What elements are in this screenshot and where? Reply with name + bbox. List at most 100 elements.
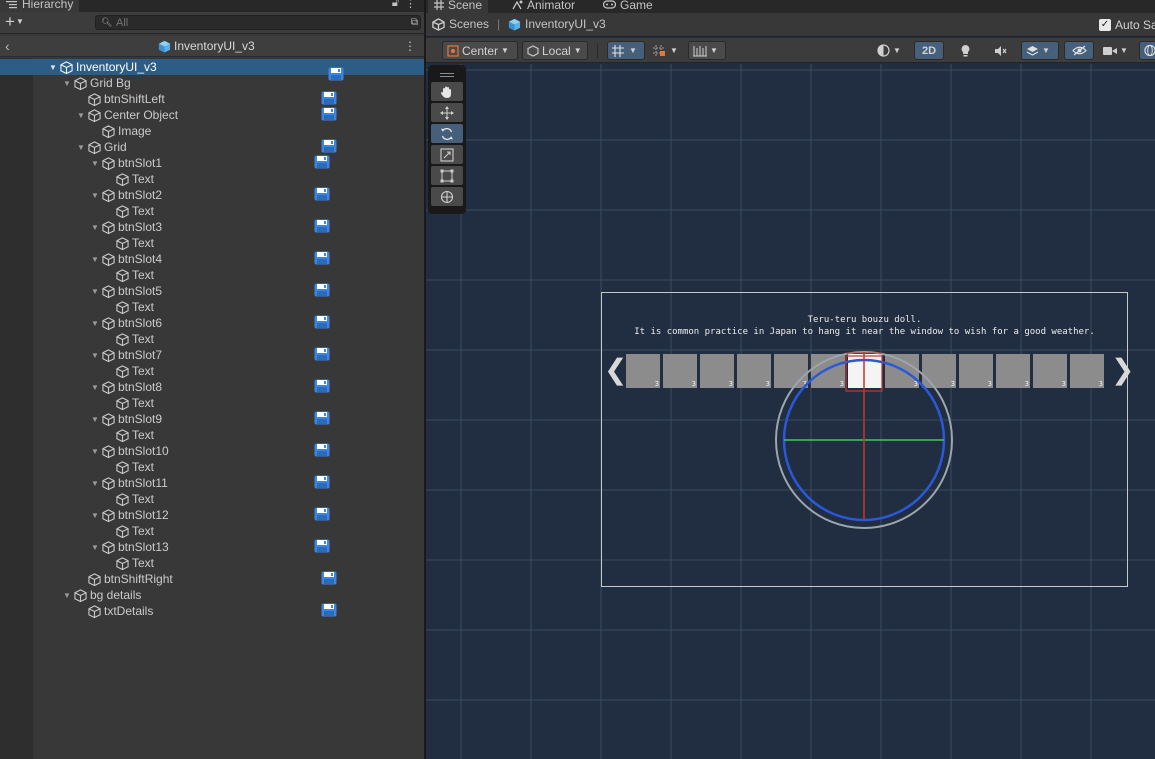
prefab-override-save-icon[interactable] [314, 155, 330, 169]
hierarchy-tab[interactable]: Hierarchy [0, 0, 80, 12]
hierarchy-row[interactable]: Text [0, 555, 424, 571]
foldout-arrow-icon[interactable]: ▼ [90, 511, 100, 520]
lighting-toggle[interactable] [951, 41, 979, 60]
inventory-slot[interactable]: 3 [996, 354, 1030, 388]
hierarchy-row[interactable]: btnShiftLeft [0, 91, 424, 107]
prefab-override-save-icon[interactable] [314, 507, 330, 521]
foldout-arrow-icon[interactable]: ▼ [90, 351, 100, 360]
tab-animator[interactable]: Animator [506, 0, 581, 13]
hierarchy-row[interactable]: Image [0, 123, 424, 139]
gizmos-toggle[interactable] [1139, 41, 1155, 60]
kebab-menu-icon[interactable]: ⋮ [404, 39, 416, 53]
inventory-slot[interactable]: 3 [663, 354, 697, 388]
foldout-arrow-icon[interactable]: ▼ [90, 543, 100, 552]
hierarchy-row[interactable]: Text [0, 459, 424, 475]
hierarchy-row[interactable]: Text [0, 171, 424, 187]
view-tool-button[interactable] [431, 82, 463, 101]
increment-snap-toggle[interactable]: ▼ [648, 41, 686, 60]
prefab-override-save-icon[interactable] [328, 67, 344, 81]
foldout-arrow-icon[interactable]: ▼ [62, 79, 72, 88]
foldout-arrow-icon[interactable]: ▼ [90, 415, 100, 424]
inventory-slot[interactable]: 3 [626, 354, 660, 388]
btn-shift-left[interactable]: ❮ [604, 352, 627, 388]
prefab-override-save-icon[interactable] [314, 315, 330, 329]
hierarchy-row[interactable]: Text [0, 363, 424, 379]
rotate-tool-button[interactable] [431, 124, 463, 143]
audio-toggle[interactable] [986, 41, 1014, 60]
grid-snap-toggle[interactable]: ▼ [607, 41, 645, 60]
hierarchy-row[interactable]: Text [0, 267, 424, 283]
foldout-arrow-icon[interactable]: ▼ [90, 255, 100, 264]
foldout-arrow-icon[interactable]: ▼ [76, 111, 86, 120]
tab-scene[interactable]: Scene [428, 0, 489, 13]
hierarchy-search[interactable]: 🔍︎ ⧉ [95, 15, 421, 30]
inventory-slot[interactable]: 3 [737, 354, 771, 388]
prefab-override-save-icon[interactable] [314, 539, 330, 553]
grid-visibility-toggle[interactable]: ▼ [688, 41, 726, 60]
hierarchy-row[interactable]: ▼ btnSlot2 [0, 187, 424, 203]
foldout-arrow-icon[interactable]: ▼ [90, 479, 100, 488]
foldout-arrow-icon[interactable]: ▼ [90, 319, 100, 328]
back-chevron-icon[interactable]: ‹ [5, 38, 10, 54]
foldout-arrow-icon[interactable]: ▼ [90, 159, 100, 168]
prefab-override-save-icon[interactable] [321, 107, 337, 121]
auto-save-toggle[interactable]: ✓ Auto Save [1099, 18, 1155, 32]
move-tool-button[interactable] [431, 103, 463, 122]
hierarchy-row[interactable]: ▼ btnSlot7 [0, 347, 424, 363]
prefab-override-save-icon[interactable] [314, 219, 330, 233]
hierarchy-row[interactable]: txtDetails [0, 603, 424, 619]
prefab-override-save-icon[interactable] [321, 603, 337, 617]
hierarchy-row[interactable]: ▼ btnSlot6 [0, 315, 424, 331]
prefab-override-save-icon[interactable] [314, 283, 330, 297]
foldout-arrow-icon[interactable]: ▼ [90, 191, 100, 200]
hierarchy-row[interactable]: ▼ Grid [0, 139, 424, 155]
hierarchy-row[interactable]: Text [0, 523, 424, 539]
hierarchy-row[interactable]: ▼ btnSlot9 [0, 411, 424, 427]
rotate-gizmo[interactable] [772, 350, 956, 530]
hierarchy-row[interactable]: ▼ Grid Bg [0, 67, 424, 91]
hierarchy-row[interactable]: ▼ btnSlot11 [0, 475, 424, 491]
mode-2d-toggle[interactable]: 2D [914, 41, 944, 60]
rect-tool-button[interactable] [431, 166, 463, 185]
hierarchy-row[interactable]: ▼ InventoryUI_v3 [0, 59, 424, 75]
shading-mode-dropdown[interactable]: ▼ [872, 41, 910, 60]
pivot-mode-dropdown[interactable]: Center ▼ [442, 41, 518, 60]
prefab-override-save-icon[interactable] [314, 347, 330, 361]
breadcrumb-scenes[interactable]: Scenes | [432, 17, 500, 31]
inventory-slot[interactable]: 3 [959, 354, 993, 388]
foldout-arrow-icon[interactable]: ▼ [62, 591, 72, 600]
hierarchy-row[interactable]: ▼ btnSlot4 [0, 251, 424, 267]
prefab-override-save-icon[interactable] [314, 187, 330, 201]
foldout-arrow-icon[interactable]: ▼ [90, 287, 100, 296]
lock-icon[interactable]: 🔓︎ [392, 0, 399, 10]
btn-shift-right[interactable]: ❯ [1111, 352, 1134, 388]
hierarchy-row[interactable]: Text [0, 203, 424, 219]
foldout-arrow-icon[interactable]: ▼ [90, 223, 100, 232]
scale-tool-button[interactable] [431, 145, 463, 164]
prefab-override-save-icon[interactable] [321, 571, 337, 585]
hierarchy-row[interactable]: ▼ btnSlot1 [0, 155, 424, 171]
camera-dropdown[interactable]: ▼ [1098, 41, 1136, 60]
hierarchy-row[interactable]: btnShiftRight [0, 571, 424, 587]
prefab-override-save-icon[interactable] [314, 379, 330, 393]
hierarchy-row[interactable]: Text [0, 395, 424, 411]
kebab-menu-icon[interactable]: ⋮ [405, 0, 416, 10]
scene-visibility-toggle[interactable] [1064, 41, 1094, 60]
prefab-override-save-icon[interactable] [314, 411, 330, 425]
tab-game[interactable]: Game [597, 0, 659, 13]
search-mode-icon[interactable]: ⧉ [411, 16, 418, 29]
hierarchy-row[interactable]: Text [0, 491, 424, 507]
hierarchy-row[interactable]: ▼ btnSlot8 [0, 379, 424, 395]
hierarchy-row[interactable]: ▼ bg details [0, 587, 424, 603]
hierarchy-row[interactable]: ▼ btnSlot13 [0, 539, 424, 555]
prefab-override-save-icon[interactable] [321, 91, 337, 105]
inventory-slot[interactable]: 3 [700, 354, 734, 388]
prefab-override-save-icon[interactable] [321, 139, 337, 153]
foldout-arrow-icon[interactable]: ▼ [76, 143, 86, 152]
hierarchy-row[interactable]: Text [0, 299, 424, 315]
pivot-space-dropdown[interactable]: Local ▼ [522, 41, 588, 60]
breadcrumb-prefab[interactable]: InventoryUI_v3 [508, 17, 606, 31]
drag-handle-icon[interactable] [431, 68, 463, 82]
foldout-arrow-icon[interactable]: ▼ [90, 383, 100, 392]
inventory-slot[interactable]: 3 [1033, 354, 1067, 388]
